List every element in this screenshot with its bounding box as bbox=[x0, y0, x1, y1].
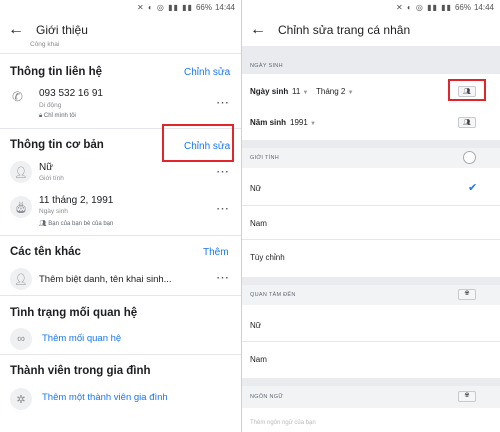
interested-option-male[interactable]: Nam bbox=[250, 355, 267, 364]
section-band bbox=[242, 46, 500, 58]
other-names-title: Các tên khác bbox=[10, 246, 81, 258]
add-language-partial[interactable]: Thêm ngôn ngữ của bạn bbox=[250, 420, 316, 426]
add-nickname-item[interactable]: Thêm biệt danh, tên khai sinh... bbox=[39, 274, 172, 285]
status-bar: ✕ ◐ ◎ ▮▮ ▮▮ 66% 14:44 bbox=[0, 0, 241, 14]
phone-number: 093 532 16 91 bbox=[39, 88, 103, 99]
add-family-member-link[interactable]: Thêm một thành viên gia đình bbox=[42, 392, 168, 403]
friends-icon: 👥︎ bbox=[39, 221, 49, 227]
highlight-box bbox=[162, 124, 234, 162]
divider bbox=[242, 239, 500, 240]
month-value: Tháng 2 bbox=[316, 87, 346, 96]
gender-privacy-toggle[interactable] bbox=[463, 151, 476, 164]
section-band bbox=[242, 378, 500, 386]
add-relationship-link[interactable]: Thêm mối quan hệ bbox=[42, 333, 121, 344]
battery-level: 66% bbox=[195, 2, 212, 12]
clock: 14:44 bbox=[214, 2, 235, 12]
phone-privacy-label: Chỉ mình tôi bbox=[43, 113, 76, 119]
divider bbox=[0, 295, 241, 296]
interested-option-female[interactable]: Nữ bbox=[250, 321, 261, 330]
check-icon: ✔ bbox=[468, 182, 478, 194]
birthday-value: 11 tháng 2, 1991 bbox=[39, 195, 114, 206]
clock: 14:44 bbox=[473, 2, 494, 12]
birthday-privacy-label: Bạn của bạn bè của bạn bbox=[48, 221, 114, 227]
highlight-box bbox=[448, 79, 486, 101]
person-icon: 👤︎ bbox=[10, 161, 32, 183]
divider bbox=[0, 235, 241, 236]
caret-down-icon: ▼ bbox=[310, 121, 316, 127]
back-arrow-icon[interactable]: ← bbox=[8, 21, 32, 39]
contact-info-title: Thông tin liên hệ bbox=[10, 66, 102, 78]
interested-privacy-button[interactable]: 🌐︎ bbox=[458, 289, 476, 300]
family-tree-icon: ✲ bbox=[10, 388, 32, 410]
relationship-title: Tình trạng mối quan hệ bbox=[10, 307, 138, 319]
more-options-icon[interactable]: ⋯ bbox=[216, 165, 229, 178]
audience-label: Công khai bbox=[30, 41, 60, 48]
globe-icon: 🌐︎ bbox=[464, 393, 470, 399]
divider bbox=[0, 53, 241, 54]
status-icons: ✕ ◐ ◎ ▮▮ ▮▮ bbox=[136, 2, 193, 12]
page-title: Giới thiệu bbox=[36, 23, 88, 37]
phone-privacy: 🔒︎ Chỉ mình tôi bbox=[39, 113, 76, 120]
phone-caption: Di động bbox=[39, 102, 62, 109]
interested-section-label: QUAN TÂM ĐẾN bbox=[250, 292, 296, 298]
birthday-section-label: NGÀY SINH bbox=[250, 63, 283, 69]
gender-value: Nữ bbox=[39, 162, 53, 173]
birthday-privacy: 👥︎ Bạn của bạn bè của bạn bbox=[39, 220, 113, 227]
more-options-icon[interactable]: ⋯ bbox=[216, 202, 229, 215]
gender-section-label: GIỚI TÍNH bbox=[250, 155, 280, 161]
caret-down-icon: ▼ bbox=[347, 90, 354, 96]
gender-option-female[interactable]: Nữ bbox=[250, 184, 261, 193]
day-value: 11 bbox=[292, 87, 301, 96]
basic-info-title: Thông tin cơ bản bbox=[10, 139, 104, 151]
gender-caption: Giới tính bbox=[39, 175, 64, 182]
edit-contact-link[interactable]: Chỉnh sửa bbox=[184, 67, 230, 78]
gender-option-male[interactable]: Nam bbox=[250, 219, 267, 228]
divider bbox=[242, 205, 500, 206]
status-icons: ✕ ◐ ◎ ▮▮ ▮▮ bbox=[395, 2, 452, 12]
section-band bbox=[242, 140, 500, 148]
day-select[interactable]: 11 ▼ bbox=[292, 87, 309, 96]
divider bbox=[0, 354, 241, 355]
add-other-name-link[interactable]: Thêm bbox=[203, 247, 229, 258]
gender-option-custom[interactable]: Tùy chỉnh bbox=[250, 253, 285, 262]
friends-icon: 👥︎ bbox=[463, 120, 471, 126]
language-privacy-button[interactable]: 🌐︎ bbox=[458, 391, 476, 402]
language-section-label: NGÔN NGỮ bbox=[250, 394, 284, 400]
page-title: Chỉnh sửa trang cá nhân bbox=[278, 23, 411, 37]
back-arrow-icon[interactable]: ← bbox=[250, 21, 274, 39]
birthday-label: Ngày sinh bbox=[250, 87, 289, 96]
status-bar: ✕ ◐ ◎ ▮▮ ▮▮ 66% 14:44 bbox=[242, 0, 500, 14]
section-band bbox=[242, 277, 500, 285]
divider bbox=[242, 341, 500, 342]
app-bar: ← Chỉnh sửa trang cá nhân bbox=[242, 14, 500, 46]
year-value: 1991 bbox=[290, 118, 308, 127]
edit-profile-screen: ✕ ◐ ◎ ▮▮ ▮▮ 66% 14:44 ← Chỉnh sửa trang … bbox=[241, 0, 500, 432]
year-select[interactable]: 1991 ▼ bbox=[290, 118, 316, 127]
caret-down-icon: ▼ bbox=[302, 90, 309, 96]
more-options-icon[interactable]: ⋯ bbox=[216, 96, 229, 109]
birthday-caption: Ngày sinh bbox=[39, 208, 68, 215]
cake-icon: 🎂︎ bbox=[10, 196, 32, 218]
person-icon: 👤︎ bbox=[10, 268, 32, 290]
globe-icon: 🌐︎ bbox=[464, 291, 470, 297]
birth-year-privacy-button[interactable]: 👥︎ bbox=[458, 117, 476, 128]
relationship-icon: ∞ bbox=[10, 328, 32, 350]
month-select[interactable]: Tháng 2 ▼ bbox=[316, 87, 354, 96]
section-header-gender bbox=[242, 148, 500, 168]
phone-icon: ✆ bbox=[12, 89, 23, 104]
about-screen: ✕ ◐ ◎ ▮▮ ▮▮ 66% 14:44 ← Giới thiệu Công … bbox=[0, 0, 241, 432]
birth-year-label: Năm sinh bbox=[250, 118, 287, 127]
battery-level: 66% bbox=[454, 2, 471, 12]
family-title: Thành viên trong gia đình bbox=[10, 365, 151, 377]
more-options-icon[interactable]: ⋯ bbox=[216, 271, 229, 284]
